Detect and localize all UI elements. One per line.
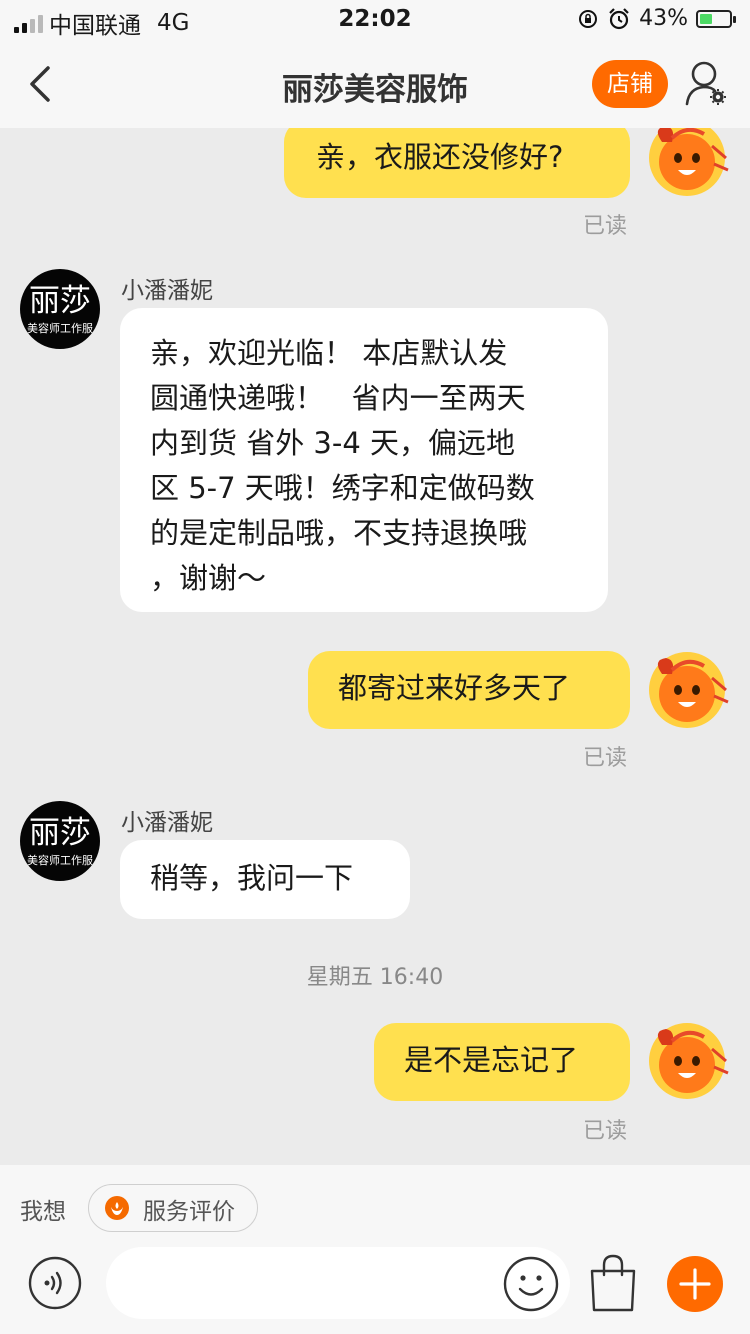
my-message-bubble[interactable]: 亲，衣服还没修好? — [284, 128, 630, 198]
avatar-small-text: 美容师工作服 — [27, 322, 93, 335]
sender-name: 小潘潘妮 — [121, 810, 213, 836]
service-rating-chip[interactable]: 服务评价 — [88, 1184, 258, 1232]
shop-avatar[interactable]: 丽莎 美容师工作服 — [20, 801, 100, 881]
shop-message-bubble[interactable]: 稍等，我问一下 — [120, 840, 410, 919]
message-text: 稍等，我问一下 — [150, 861, 354, 895]
message-line: 圆通快递哦！ 省内一至两天 — [150, 381, 526, 415]
profile-settings-icon[interactable] — [684, 60, 730, 110]
shopping-bag-icon[interactable] — [586, 1253, 640, 1313]
shop-avatar[interactable]: 丽莎 美容师工作服 — [20, 269, 100, 349]
shop-button[interactable]: 店铺 — [592, 60, 668, 108]
message-line: 的是定制品哦，不支持退换哦 — [150, 516, 528, 550]
message-text: 都寄过来好多天了 — [338, 671, 571, 705]
quick-action-label: 我想 — [20, 1199, 66, 1225]
message-line: 区 5-7 天哦！绣字和定做码数 — [150, 471, 535, 505]
read-status: 已读 — [583, 214, 628, 239]
rotation-lock-icon — [579, 9, 598, 28]
voice-icon[interactable] — [28, 1256, 82, 1310]
avatar-big-text: 丽莎 — [29, 283, 91, 319]
my-avatar[interactable] — [642, 1021, 732, 1101]
message-timestamp: 星期五 16:40 — [306, 965, 444, 990]
service-rating-icon — [105, 1196, 129, 1220]
message-line: 亲，欢迎光临！ 本店默认发 — [150, 336, 508, 370]
sender-name: 小潘潘妮 — [121, 278, 213, 304]
status-right: 43% — [577, 6, 736, 31]
battery-icon — [696, 9, 736, 28]
quick-action-bar: 我想 服务评价 — [0, 1165, 750, 1251]
status-bar: 中国联通 4G 22:02 43% — [0, 0, 750, 42]
message-text: 亲，衣服还没修好? — [316, 140, 564, 174]
my-message-bubble[interactable]: 都寄过来好多天了 — [308, 651, 630, 729]
my-avatar[interactable] — [642, 650, 732, 730]
emoji-icon[interactable] — [502, 1255, 560, 1313]
battery-level — [700, 13, 713, 24]
plus-icon[interactable] — [666, 1255, 724, 1313]
alarm-icon — [609, 7, 629, 29]
nav-bar: 丽莎美容服饰 店铺 — [0, 42, 750, 128]
avatar-big-text: 丽莎 — [29, 815, 91, 851]
message-line: ，谢谢～ — [150, 561, 267, 595]
message-text: 是不是忘记了 — [404, 1043, 579, 1077]
my-avatar[interactable] — [642, 128, 732, 198]
service-rating-label: 服务评价 — [143, 1199, 235, 1225]
read-status: 已读 — [583, 1119, 628, 1144]
shop-message-bubble[interactable]: 亲，欢迎光临！ 本店默认发 圆通快递哦！ 省内一至两天 内到货 省外 3-4 天… — [120, 308, 608, 612]
input-bar — [0, 1247, 750, 1334]
read-status: 已读 — [583, 746, 628, 771]
message-line: 内到货 省外 3-4 天，偏远地 — [150, 426, 516, 460]
battery-percent: 43% — [639, 6, 688, 31]
avatar-small-text: 美容师工作服 — [27, 854, 93, 867]
chat-area[interactable]: 亲，衣服还没修好? 已读 丽莎 美容师工作服 小潘潘妮 亲，欢迎光临！ 本店默认… — [0, 128, 750, 1165]
message-input[interactable] — [106, 1247, 570, 1319]
my-message-bubble[interactable]: 是不是忘记了 — [374, 1023, 630, 1101]
